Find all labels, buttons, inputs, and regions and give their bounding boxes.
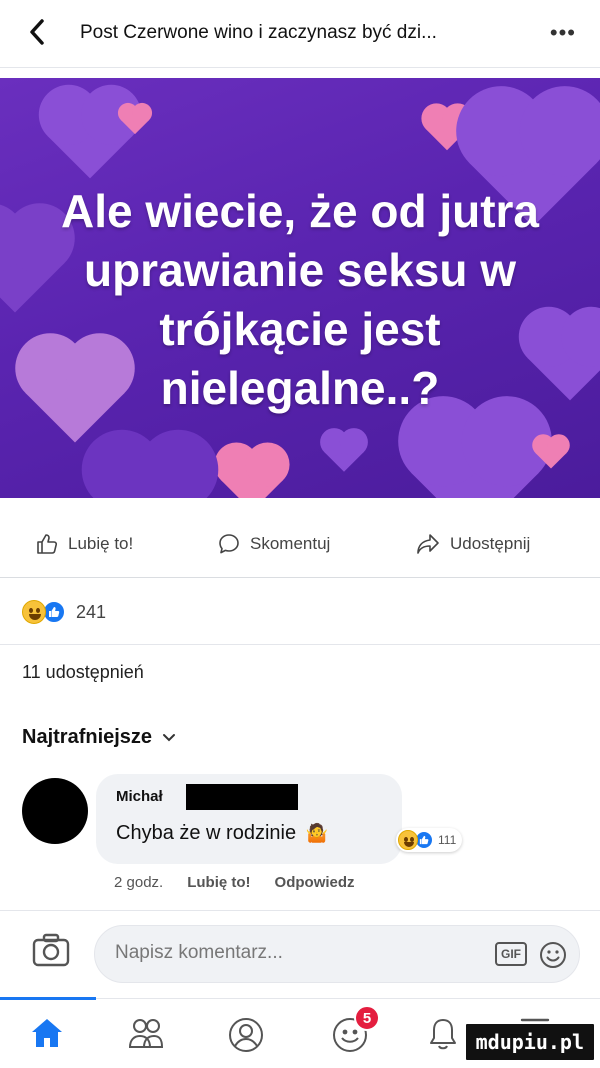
heart-decoration bbox=[324, 432, 364, 472]
comment-meta: 2 godz. Lubię to! Odpowiedz bbox=[114, 874, 355, 891]
comment-reactions[interactable]: 111 bbox=[396, 828, 463, 852]
comment-time: 2 godz. bbox=[114, 874, 164, 891]
divider bbox=[0, 644, 600, 645]
avatar[interactable] bbox=[22, 778, 88, 844]
redaction-bar bbox=[186, 784, 298, 810]
post-text: Ale wiecie, że od jutra uprawianie seksu… bbox=[0, 182, 600, 418]
share-label: Udostępnij bbox=[450, 534, 531, 553]
comment-composer: Napisz komentarz... GIF bbox=[0, 910, 600, 1000]
camera-icon[interactable] bbox=[32, 933, 70, 972]
haha-reaction-icon bbox=[398, 830, 418, 850]
page-title: Post Czerwone wino i zaczynasz być dzi..… bbox=[80, 22, 437, 43]
comment-author[interactable]: Michał bbox=[116, 788, 163, 805]
heart-decoration bbox=[93, 441, 207, 498]
comment-button[interactable]: Skomentuj bbox=[218, 533, 330, 555]
post-image[interactable]: Ale wiecie, że od jutra uprawianie seksu… bbox=[0, 78, 600, 498]
reaction-summary[interactable]: 241 bbox=[22, 592, 106, 632]
post-line: nielegalne..? bbox=[160, 362, 440, 414]
share-icon bbox=[417, 534, 439, 554]
comment-icon bbox=[219, 534, 239, 554]
post-line: trójkącie jest bbox=[159, 303, 441, 355]
notification-badge: 5 bbox=[354, 1005, 380, 1031]
comment-body: Chyba że w rodzinie bbox=[116, 822, 297, 844]
post-actions: Lubię to! Skomentuj Udostępnij bbox=[0, 512, 600, 578]
bottom-navigation: 5 mdupiu.pl bbox=[0, 997, 600, 1068]
emoji-picker-icon[interactable] bbox=[539, 941, 567, 974]
comment-label: Skomentuj bbox=[250, 534, 331, 553]
chevron-left-icon[interactable] bbox=[22, 14, 52, 50]
notifications-icon[interactable] bbox=[428, 1017, 458, 1056]
like-label: Lubię to! bbox=[68, 534, 134, 553]
shrug-emoji: 🤷 bbox=[305, 823, 329, 843]
top-bar: Post Czerwone wino i zaczynasz być dzi..… bbox=[0, 0, 600, 68]
like-button[interactable]: Lubię to! bbox=[36, 533, 133, 555]
comment-placeholder: Napisz komentarz... bbox=[115, 942, 283, 963]
heart-decoration bbox=[220, 448, 284, 498]
share-count[interactable]: 11 udostępnień bbox=[22, 662, 144, 683]
heart-decoration bbox=[411, 409, 539, 498]
home-icon[interactable] bbox=[30, 1017, 64, 1054]
reaction-count: 241 bbox=[76, 601, 107, 622]
comment-like-link[interactable]: Lubię to! bbox=[187, 874, 250, 891]
groups-icon[interactable]: 5 bbox=[332, 1005, 380, 1058]
comment-text: Chyba że w rodzinie 🤷 bbox=[116, 822, 328, 845]
ellipsis-icon[interactable]: ••• bbox=[550, 20, 576, 46]
comment-reaction-count: 111 bbox=[438, 833, 457, 847]
chevron-down-icon bbox=[162, 730, 176, 746]
watermark-logo: mdupiu.pl bbox=[463, 1022, 596, 1062]
comment-reply-link[interactable]: Odpowiedz bbox=[275, 874, 355, 891]
thumbs-up-icon bbox=[37, 534, 58, 554]
post-line: Ale wiecie, że od jutra bbox=[60, 185, 540, 237]
active-tab-indicator bbox=[0, 997, 96, 1000]
friends-icon[interactable] bbox=[128, 1017, 164, 1054]
comment-input[interactable]: Napisz komentarz... GIF bbox=[94, 925, 580, 983]
sort-label: Najtrafniejsze bbox=[22, 726, 153, 748]
profile-icon[interactable] bbox=[228, 1017, 264, 1058]
comment-sort-dropdown[interactable]: Najtrafniejsze bbox=[22, 726, 176, 749]
comment-bubble[interactable]: Michał Chyba że w rodzinie 🤷 bbox=[96, 774, 402, 864]
post-line: uprawianie seksu w bbox=[83, 244, 517, 296]
haha-reaction-icon bbox=[22, 600, 46, 624]
share-button[interactable]: Udostępnij bbox=[416, 533, 530, 555]
gif-button[interactable]: GIF bbox=[495, 942, 527, 966]
